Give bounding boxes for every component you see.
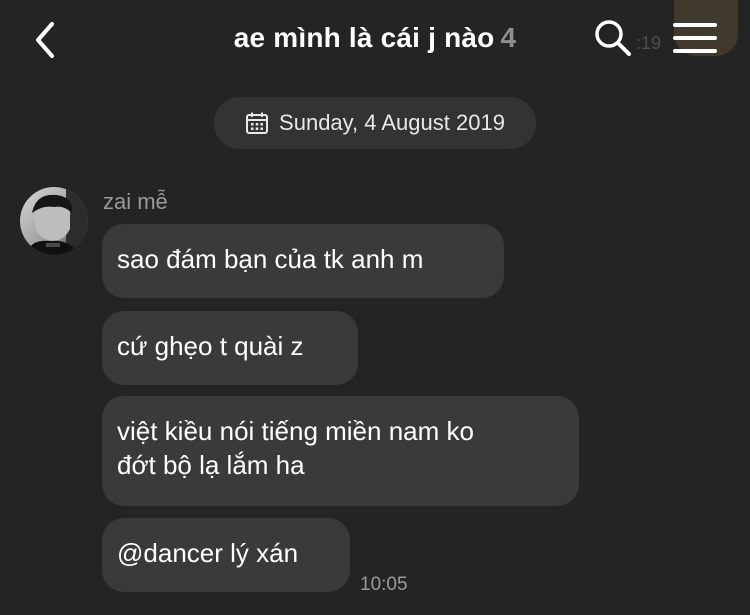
chat-title[interactable]: ae mình là cái j nào 4 (160, 22, 590, 54)
search-icon (595, 20, 631, 56)
message-bubble[interactable]: @dancer lý xán (102, 518, 350, 592)
chevron-left-icon (36, 22, 54, 58)
calendar-icon (246, 112, 269, 134)
hamburger-menu-icon (673, 23, 717, 53)
sender-name: zai mễ (103, 189, 168, 214)
message-bubble[interactable]: cứ ghẹo t quài z (102, 311, 358, 385)
menu-button[interactable] (672, 20, 718, 56)
message-timestamp: 10:05 (360, 574, 408, 595)
search-button[interactable] (593, 18, 633, 58)
date-label: Sunday, 4 August 2019 (279, 110, 505, 135)
member-count: 4 (500, 22, 517, 53)
date-separator: Sunday, 4 August 2019 (214, 97, 536, 149)
message-bubble[interactable]: sao đám bạn của tk anh m (102, 224, 504, 298)
back-button[interactable] (30, 20, 62, 60)
message-bubble[interactable]: việt kiều nói tiếng miền nam ko đớt bộ l… (102, 396, 579, 506)
chat-screen: :19 ae mình là cái j nào 4 Sunday, 4 Aug… (0, 0, 750, 615)
faded-timestamp: :19 (636, 33, 662, 53)
group-name: ae mình là cái j nào (233, 22, 495, 53)
profile-photo (20, 187, 88, 255)
avatar[interactable] (20, 187, 88, 255)
